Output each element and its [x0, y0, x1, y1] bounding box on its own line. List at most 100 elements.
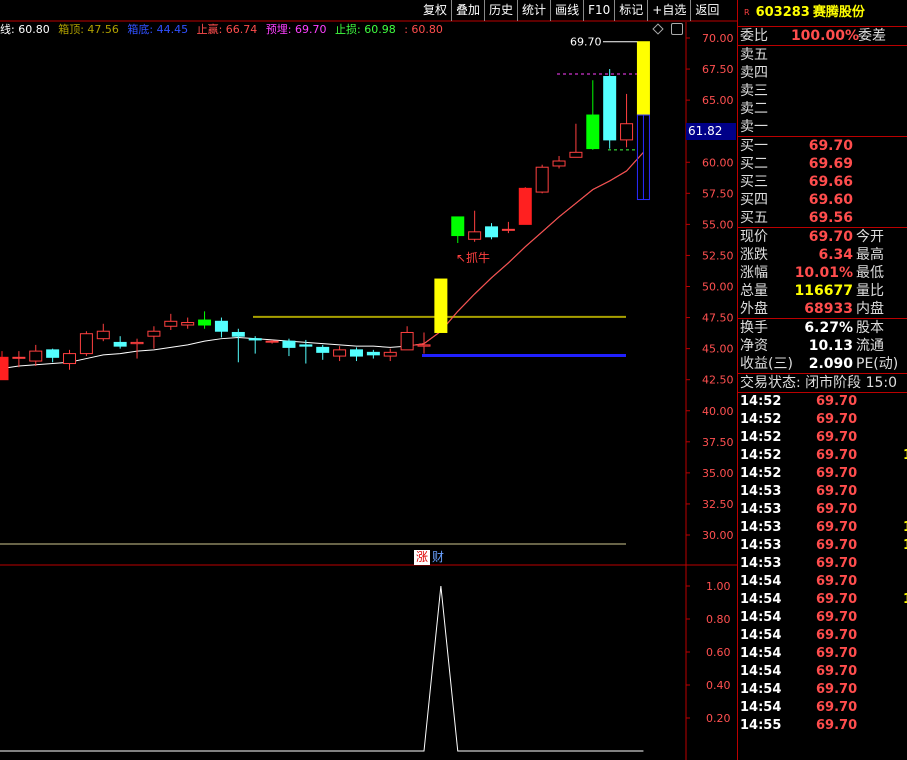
tick-time: 14:52 [740, 394, 782, 409]
tick-price: 69.70 [816, 448, 858, 463]
tick-price: 69.70 [816, 484, 858, 499]
restore-rights-button[interactable]: 复权 [419, 0, 451, 21]
buy-row[interactable]: 买一 69.70 [738, 137, 907, 155]
candle-body [603, 76, 617, 141]
statistics-button[interactable]: 统计 [517, 0, 550, 21]
candle-body [147, 330, 161, 337]
draw-line-button[interactable]: 画线 [550, 0, 583, 21]
tick-time: 14:54 [740, 574, 782, 589]
candle-body [349, 349, 363, 357]
fund-label: 收益(三) [740, 356, 793, 372]
tick-list[interactable]: 14:52 69.70 14:52 69.70 14:52 69.70 14:52 69.70… [738, 392, 907, 735]
candle-body [164, 320, 178, 327]
tick-row: 14:52 69.70 1 [738, 447, 907, 465]
fund-label-2: 股本 [856, 320, 884, 336]
tick-time: 14:54 [740, 610, 782, 625]
tick-price: 69.70 [816, 664, 858, 679]
fundamentals: 换手 6.27% 股本 净资 10.13 流通 收益(三) 2.090 PE(动) [738, 318, 907, 373]
tick-volume: 1 [903, 519, 907, 537]
tick-volume: 1 [903, 591, 907, 609]
overlay-button[interactable]: 叠加 [451, 0, 484, 21]
history-button[interactable]: 历史 [484, 0, 517, 21]
buy-row[interactable]: 买三 69.66 [738, 173, 907, 191]
candle-body [535, 166, 549, 193]
tick-price: 69.70 [816, 610, 858, 625]
stat-label-2: 今开 [856, 229, 884, 245]
tick-time: 14:54 [740, 646, 782, 661]
fund-label: 换手 [740, 320, 768, 336]
buy-row[interactable]: 买五 69.56 [738, 209, 907, 227]
candle-body [451, 216, 465, 237]
fund-row: 换手 6.27% 股本 [738, 319, 907, 337]
y-tick-label: 35.00 [702, 467, 734, 480]
candle-body [198, 319, 212, 326]
tick-time: 14:54 [740, 628, 782, 643]
sell-row[interactable]: 卖一 [738, 118, 907, 136]
tick-time: 14:52 [740, 448, 782, 463]
settings-icon[interactable] [671, 23, 683, 35]
fund-value: 2.090 [808, 356, 853, 372]
buy-book: 买一 69.70 买二 69.69 买三 69.66 买四 69.60 买五 69.56 [738, 136, 907, 227]
sub-y-tick-label: 0.80 [706, 613, 731, 626]
stat-row: 总量 116677 量比 [738, 282, 907, 300]
candle-body [248, 338, 262, 341]
candle-body [552, 160, 566, 167]
sell-row[interactable]: 卖五 [738, 46, 907, 64]
fund-row: 收益(三) 2.090 PE(动) [738, 355, 907, 373]
weibi-value: 100.00% [790, 28, 859, 44]
tick-row: 14:52 69.70 [738, 429, 907, 447]
weicha-label: 委差 [858, 28, 886, 44]
stat-value: 69.70 [808, 229, 853, 245]
buy-row[interactable]: 买四 69.60 [738, 191, 907, 209]
tick-price: 69.70 [816, 502, 858, 517]
buy-label: 买二 [740, 156, 768, 172]
weibi-row: 委比 100.00% 委差 [738, 27, 907, 45]
sell-label: 卖一 [740, 119, 768, 135]
candle-body [383, 351, 397, 357]
candle-body [265, 340, 279, 343]
tick-price: 69.70 [816, 466, 858, 481]
sub-y-tick-label: 0.20 [706, 712, 731, 725]
tick-price: 69.70 [816, 430, 858, 445]
indicator-tab-cai[interactable]: 财 [430, 550, 446, 565]
box-top-label: 箱顶: 47.56 [58, 23, 119, 36]
tick-price: 69.70 [816, 628, 858, 643]
back-button[interactable]: 返回 [690, 0, 723, 21]
stat-row: 现价 69.70 今开 [738, 228, 907, 246]
tick-row: 14:54 69.70 [738, 681, 907, 699]
fund-value: 6.27% [804, 320, 853, 336]
stat-row: 涨幅 10.01% 最低 [738, 264, 907, 282]
mark-button[interactable]: 标记 [614, 0, 647, 21]
buy-price: 69.56 [808, 210, 853, 226]
kline-chart[interactable]: 70.0067.5065.0062.5060.0057.5055.0052.50… [0, 0, 737, 760]
tick-row: 14:53 69.70 1 [738, 519, 907, 537]
stat-label: 涨跌 [740, 247, 768, 263]
sell-row[interactable]: 卖四 [738, 64, 907, 82]
candle-body [333, 349, 347, 357]
buy-label: 买一 [740, 138, 768, 154]
f10-button[interactable]: F10 [583, 0, 614, 21]
sell-label: 卖二 [740, 101, 768, 117]
candle-body [518, 187, 532, 225]
fund-label-2: 流通 [856, 338, 884, 354]
tick-price: 69.70 [816, 538, 858, 553]
box-bottom-label: 箱底: 44.45 [127, 23, 189, 36]
fund-label: 净资 [740, 338, 768, 354]
y-tick-label: 50.00 [702, 281, 734, 294]
weibi-label: 委比 [740, 28, 768, 44]
buy-row[interactable]: 买二 69.69 [738, 155, 907, 173]
sell-row[interactable]: 卖三 [738, 82, 907, 100]
tick-row: 14:54 69.70 [738, 609, 907, 627]
y-tick-label: 52.50 [702, 249, 734, 262]
tick-price: 69.70 [816, 682, 858, 697]
indicator-tab-zhang[interactable]: 涨 [414, 550, 431, 565]
y-tick-label: 42.50 [702, 374, 734, 387]
extra-label: : 60.80 [404, 23, 443, 36]
candle-body [468, 231, 482, 240]
sell-row[interactable]: 卖二 [738, 100, 907, 118]
tick-price: 69.70 [816, 592, 858, 607]
candle-body [63, 353, 77, 365]
quote-stats: 现价 69.70 今开 涨跌 6.34 最高 涨幅 10.01% 最低 总量 116677 量比… [738, 227, 907, 318]
tick-price: 69.70 [816, 700, 858, 715]
add-watchlist-button[interactable]: +自选 [647, 0, 690, 21]
